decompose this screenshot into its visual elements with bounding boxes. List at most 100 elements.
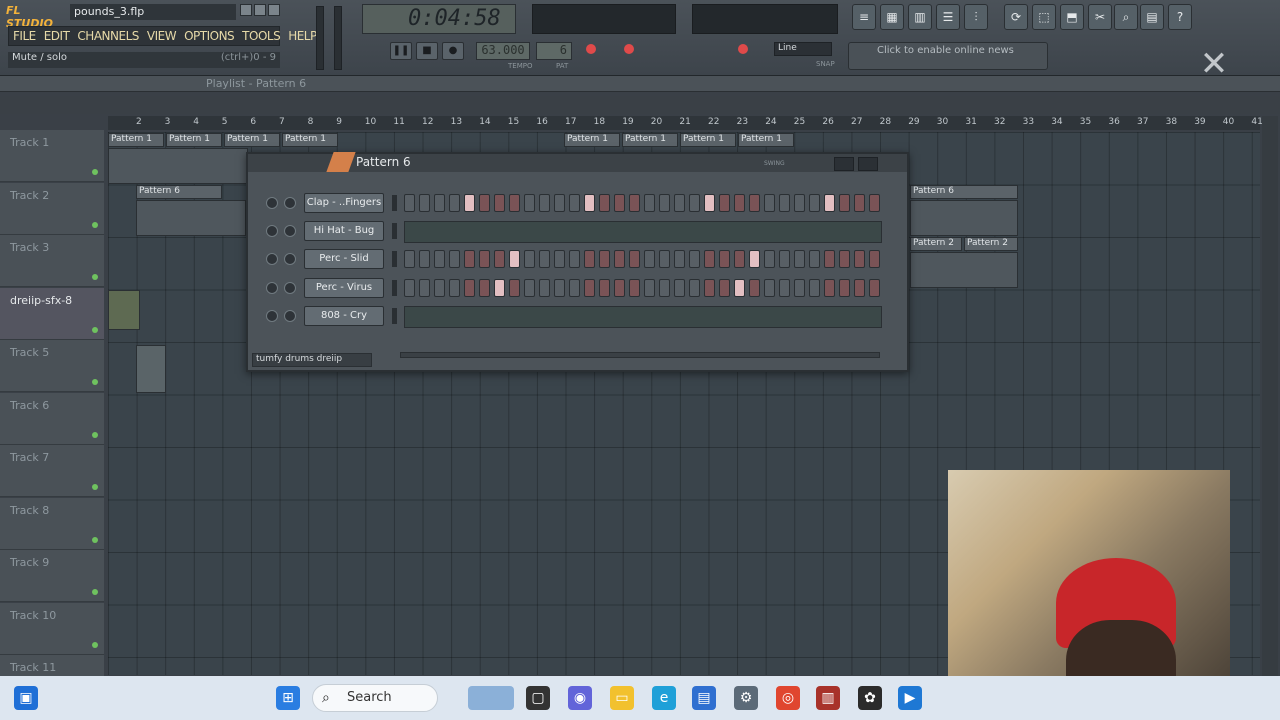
track-header[interactable]: Track 9	[0, 550, 104, 602]
edge-icon[interactable]: e	[652, 686, 676, 710]
step-button[interactable]	[869, 278, 880, 297]
fl-studio-taskbar-icon[interactable]: ✿	[858, 686, 882, 710]
playlist-clip[interactable]: Pattern 1	[738, 133, 794, 147]
help-icon[interactable]: ?	[1168, 4, 1192, 30]
channel-button[interactable]: Hi Hat - Bug	[304, 221, 384, 242]
step-button[interactable]	[779, 278, 790, 297]
snap-select[interactable]: Line	[774, 42, 832, 56]
channel-select-indicator[interactable]	[392, 251, 397, 268]
channel-select-indicator[interactable]	[392, 223, 397, 240]
step-button[interactable]	[554, 250, 565, 269]
news-panel[interactable]: Click to enable online news	[848, 42, 1048, 70]
step-button[interactable]	[854, 250, 865, 269]
step-button[interactable]	[539, 250, 550, 269]
track-header[interactable]: Track 2	[0, 182, 104, 235]
step-button[interactable]	[449, 250, 460, 269]
channel-pan-knob[interactable]	[266, 281, 278, 294]
export-icon[interactable]: ⬒	[1060, 4, 1084, 30]
menu-tools[interactable]: TOOLS	[238, 29, 284, 43]
step-button[interactable]	[779, 194, 790, 212]
step-button[interactable]	[629, 278, 640, 297]
chrome-icon[interactable]: ◎	[776, 686, 800, 710]
menu-view[interactable]: VIEW	[143, 29, 180, 43]
master-volume-slider[interactable]	[316, 6, 324, 70]
playlist-clip[interactable]: Pattern 1	[622, 133, 678, 147]
step-button[interactable]	[839, 278, 850, 297]
page-icon[interactable]: ▤	[1140, 4, 1164, 30]
step-button[interactable]	[794, 250, 805, 269]
step-button[interactable]	[644, 278, 655, 297]
master-pitch-slider[interactable]	[334, 6, 342, 70]
step-button[interactable]	[494, 194, 505, 212]
track-header[interactable]: Track 7	[0, 445, 104, 497]
step-button[interactable]	[464, 194, 475, 212]
step-button[interactable]	[839, 250, 850, 269]
search-highlight-icon[interactable]	[468, 686, 514, 710]
step-button[interactable]	[434, 278, 445, 297]
playlist-clip[interactable]: Pattern 1	[680, 133, 736, 147]
step-button[interactable]	[689, 194, 700, 212]
step-button[interactable]	[734, 250, 745, 269]
track-header[interactable]: Track 3	[0, 235, 104, 287]
step-button[interactable]	[689, 278, 700, 297]
step-button[interactable]	[569, 250, 580, 269]
step-button[interactable]	[524, 278, 535, 297]
timeline-ruler[interactable]: 2 3 4 5 6 7 8 9 10 11 12 13 14 15 16 17 18 19 20 21 22 23 24 25…	[108, 116, 1263, 130]
step-button[interactable]	[599, 194, 610, 212]
channel-pan-knob[interactable]	[266, 309, 278, 322]
channel-pan-knob[interactable]	[266, 197, 278, 209]
track-mute-led[interactable]	[92, 641, 98, 648]
step-button[interactable]	[704, 194, 715, 212]
channel-volume-knob[interactable]	[284, 281, 296, 294]
step-button[interactable]	[539, 278, 550, 297]
channel-button[interactable]: Perc - Virus	[304, 277, 384, 298]
step-button[interactable]	[644, 194, 655, 212]
taskbar-search[interactable]: Search	[312, 684, 438, 712]
step-button[interactable]	[749, 194, 760, 212]
record-mode-icon[interactable]	[586, 44, 596, 54]
step-button[interactable]	[404, 194, 415, 212]
step-button[interactable]	[614, 250, 625, 269]
playlist-clip[interactable]: Pattern 6	[136, 185, 222, 199]
playlist-clip[interactable]: Pattern 1	[108, 133, 164, 147]
step-button[interactable]	[584, 194, 595, 212]
step-button[interactable]	[584, 250, 595, 269]
step-button[interactable]	[644, 250, 655, 269]
step-button[interactable]	[869, 250, 880, 269]
step-button[interactable]	[824, 278, 835, 297]
minimize-icon[interactable]	[240, 4, 252, 16]
widgets-icon[interactable]: ▣	[14, 686, 38, 710]
step-button[interactable]	[524, 194, 535, 212]
step-button[interactable]	[809, 278, 820, 297]
step-button[interactable]	[824, 194, 835, 212]
playlist-clip[interactable]: Pattern 6	[910, 185, 1018, 199]
playlist-clip[interactable]: Pattern 1	[564, 133, 620, 147]
step-button[interactable]	[779, 250, 790, 269]
step-button[interactable]	[449, 194, 460, 212]
browser-icon[interactable]: ☰	[936, 4, 960, 30]
tools-icon[interactable]: ✂	[1088, 4, 1112, 30]
playlist-scrollbar[interactable]	[0, 96, 1280, 114]
step-button[interactable]	[509, 278, 520, 297]
step-button[interactable]	[569, 278, 580, 297]
channel-button[interactable]: 808 - Cry	[304, 305, 384, 326]
audio-clip[interactable]	[108, 290, 140, 330]
file-explorer-icon[interactable]: ▭	[610, 686, 634, 710]
step-button[interactable]	[539, 194, 550, 212]
step-button[interactable]	[854, 194, 865, 212]
track-mute-led[interactable]	[92, 221, 98, 228]
playlist-clip[interactable]: Pattern 1	[224, 133, 280, 147]
step-button[interactable]	[599, 278, 610, 297]
step-button[interactable]	[629, 194, 640, 212]
channel-filter-select[interactable]: tumfy drums dreiip	[252, 353, 372, 367]
step-button[interactable]	[674, 250, 685, 269]
step-button[interactable]	[479, 194, 490, 212]
search-tool-icon[interactable]: ⌕	[1114, 4, 1138, 30]
settings-icon[interactable]: ⚙	[734, 686, 758, 710]
track-header[interactable]: Track 5	[0, 340, 104, 392]
start-icon[interactable]: ⊞	[276, 686, 300, 710]
track-mute-led[interactable]	[92, 589, 98, 595]
step-button[interactable]	[854, 278, 865, 297]
track-header[interactable]: Track 6	[0, 392, 104, 445]
track-header[interactable]: Track 10	[0, 602, 104, 655]
